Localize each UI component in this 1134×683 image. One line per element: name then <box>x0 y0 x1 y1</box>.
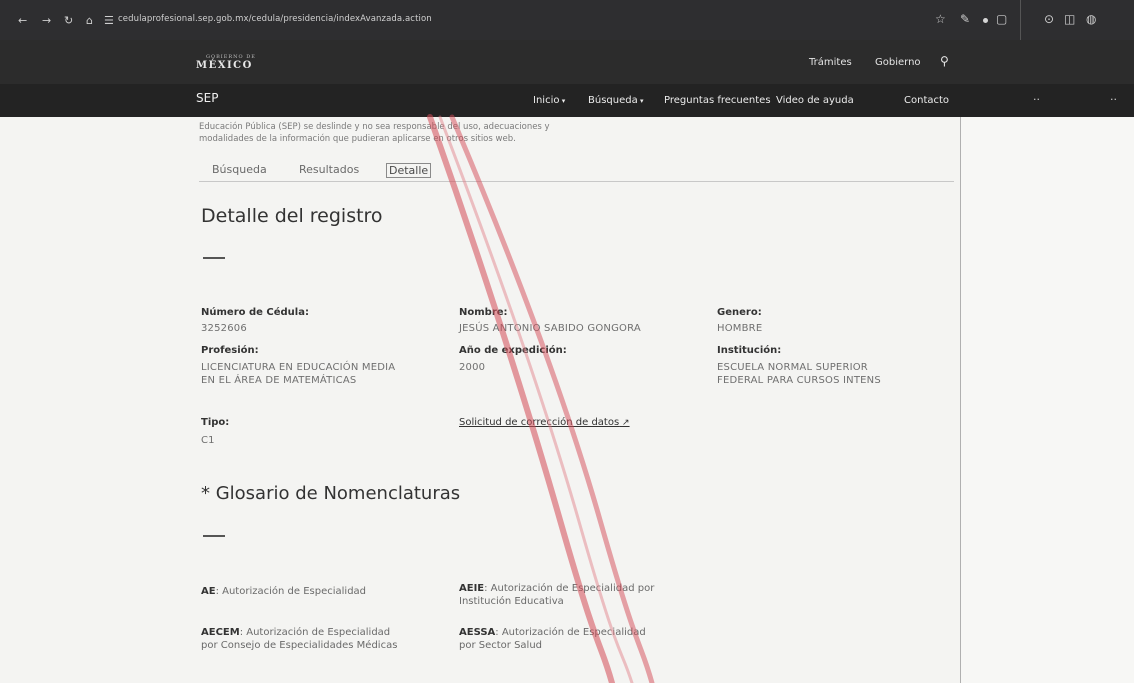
extension-icon[interactable]: ✎ <box>960 12 970 26</box>
menu-contacto[interactable]: Contacto <box>904 95 949 106</box>
government-header: GOBIERNO DE MÉXICO Trámites Gobierno ⚲ <box>0 40 1134 84</box>
profesion-value: LICENCIATURA EN EDUCACIÓN MEDIA EN EL ÁR… <box>201 362 396 386</box>
tipo-label: Tipo: <box>201 417 230 428</box>
genero-value: HOMBRE <box>717 323 763 334</box>
sep-title[interactable]: SEP <box>196 91 218 105</box>
glossary-item: AESSA: Autorización de Especialidad por … <box>459 627 646 651</box>
home-icon[interactable]: ⌂ <box>86 14 93 27</box>
toolbar-divider <box>1020 0 1021 40</box>
anio-label: Año de expedición: <box>459 345 567 356</box>
institucion-label: Institución: <box>717 345 782 356</box>
browser-toolbar: ← → ↻ ⌂ ☰ cedulaprofesional.sep.gob.mx/c… <box>0 0 1134 40</box>
glossary-title: * Glosario de Nomenclaturas <box>201 483 461 504</box>
more-icon: ·· <box>1033 93 1040 106</box>
more-icon: ·· <box>1110 93 1117 106</box>
title-underline <box>203 257 225 259</box>
gobierno-mexico-logo[interactable]: GOBIERNO DE MÉXICO <box>196 54 256 71</box>
tab-busqueda[interactable]: Búsqueda <box>212 163 267 176</box>
caret-down-icon: ▾ <box>559 97 566 105</box>
sync-icon[interactable]: ⊙ <box>1044 12 1054 26</box>
anio-value: 2000 <box>459 362 486 373</box>
tab-detalle[interactable]: Detalle <box>386 163 432 178</box>
glossary-underline <box>203 535 225 537</box>
nombre-value: JESÚS ANTONIO SABIDO GONGORA <box>459 323 641 334</box>
site-settings-icon[interactable]: ☰ <box>104 14 114 27</box>
profesion-label: Profesión: <box>201 345 259 356</box>
main-content: Educación Pública (SEP) se deslinde y no… <box>0 117 960 683</box>
disclaimer-text: Educación Pública (SEP) se deslinde y no… <box>199 122 550 144</box>
menu-inicio[interactable]: Inicio ▾ <box>533 95 565 106</box>
tab-resultados[interactable]: Resultados <box>299 163 359 176</box>
nombre-label: Nombre: <box>459 307 508 318</box>
forward-icon[interactable]: → <box>42 14 51 27</box>
detail-title: Detalle del registro <box>201 205 383 227</box>
tab-divider <box>199 181 954 182</box>
external-link-icon: ↗ <box>619 418 630 428</box>
cedula-value: 3252606 <box>201 323 247 334</box>
institucion-value: ESCUELA NORMAL SUPERIOR FEDERAL PARA CUR… <box>717 362 881 386</box>
glossary-item: AECEM: Autorización de Especialidad por … <box>201 627 398 651</box>
menu-busqueda[interactable]: Búsqueda ▾ <box>588 95 643 106</box>
correction-request-link[interactable]: Solicitud de corrección de datos ↗ <box>459 417 630 428</box>
genero-label: Genero: <box>717 307 762 318</box>
gobierno-link[interactable]: Gobierno <box>875 57 921 68</box>
menu-video-ayuda[interactable]: Video de ayuda <box>776 95 854 106</box>
caret-down-icon: ▾ <box>637 97 644 105</box>
side-panel <box>960 117 1134 683</box>
record-icon[interactable] <box>983 18 988 23</box>
profile-icon[interactable]: ◍ <box>1086 12 1096 26</box>
menu-preguntas-frecuentes[interactable]: Preguntas frecuentes <box>664 95 771 106</box>
tramites-link[interactable]: Trámites <box>809 57 852 68</box>
tipo-value: C1 <box>201 435 215 446</box>
back-icon[interactable]: ← <box>18 14 27 27</box>
sidebar-icon[interactable]: ◫ <box>1064 12 1075 26</box>
sep-navbar: SEP Inicio ▾ Búsqueda ▾ Preguntas frecue… <box>0 84 1134 117</box>
search-icon[interactable]: ⚲ <box>940 54 949 68</box>
glossary-item: AEIE: Autorización de Especialidad por I… <box>459 583 655 607</box>
reload-icon[interactable]: ↻ <box>64 14 73 27</box>
glossary-item: AE: Autorización de Especialidad <box>201 586 367 597</box>
cedula-label: Número de Cédula: <box>201 307 309 318</box>
bookmark-star-icon[interactable]: ☆ <box>935 12 946 26</box>
address-bar[interactable]: cedulaprofesional.sep.gob.mx/cedula/pres… <box>118 14 432 24</box>
puzzle-icon[interactable]: ▢ <box>996 12 1007 26</box>
